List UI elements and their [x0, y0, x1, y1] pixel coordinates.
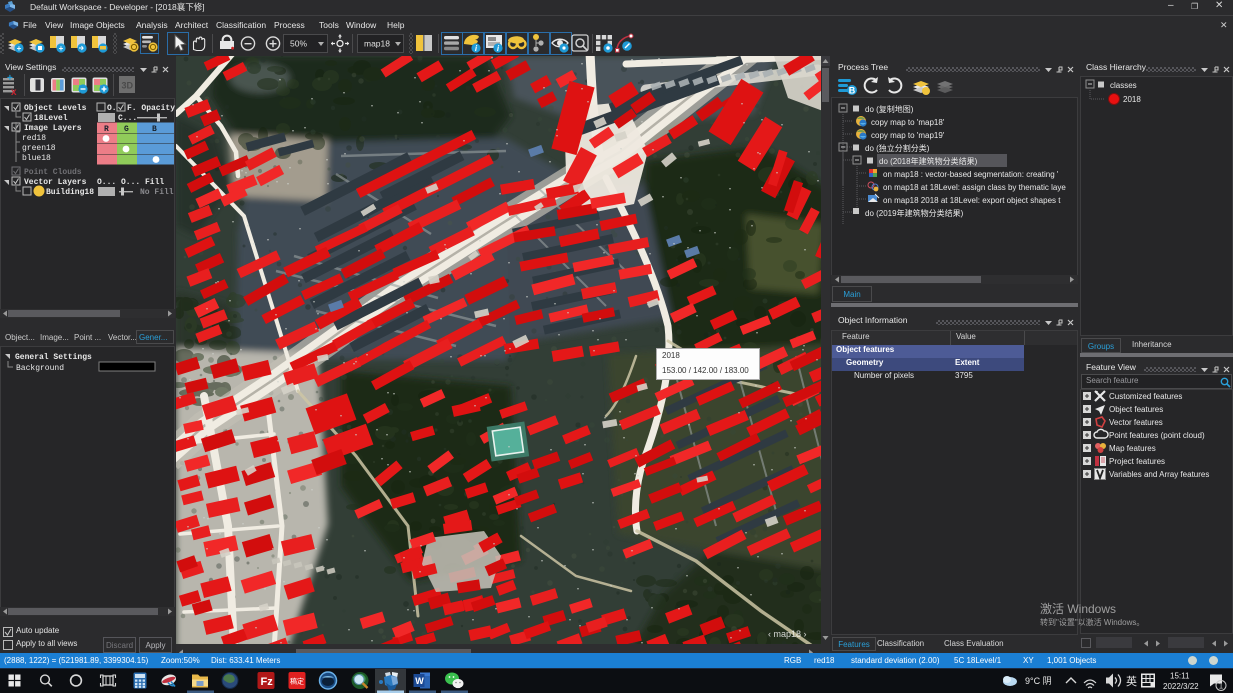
- svg-text:15:11: 15:11: [1170, 672, 1190, 681]
- svg-text:Variables and Array features: Variables and Array features: [1109, 470, 1209, 479]
- svg-text:+: +: [59, 44, 64, 53]
- svg-text:General Settings: General Settings: [15, 353, 92, 362]
- svg-text:Vector features: Vector features: [1109, 418, 1163, 427]
- svg-text:英: 英: [1126, 674, 1137, 688]
- svg-text:Customized features: Customized features: [1109, 392, 1182, 401]
- svg-text:B: B: [849, 86, 856, 96]
- svg-text:Object Levels: Object Levels: [24, 104, 87, 113]
- svg-text:1: 1: [1219, 682, 1224, 691]
- svg-text:Image Layers: Image Layers: [24, 124, 82, 133]
- svg-text:Object features: Object features: [1109, 405, 1163, 414]
- svg-text:green18: green18: [22, 144, 56, 153]
- svg-text:2018: 2018: [1123, 95, 1141, 104]
- svg-text:18Level: 18Level: [34, 114, 68, 123]
- svg-text:do (复制地图): do (复制地图): [865, 104, 914, 114]
- svg-text:copy map to 'map18': copy map to 'map18': [871, 118, 945, 127]
- svg-text:Map features: Map features: [1109, 444, 1156, 453]
- svg-text:+: +: [7, 73, 13, 84]
- svg-text:Background: Background: [16, 364, 64, 373]
- svg-text:on map18 2018 at 18Level: expo: on map18 2018 at 18Level: export object …: [883, 196, 1061, 205]
- svg-text:9°C 阴: 9°C 阴: [1025, 676, 1052, 686]
- svg-text:O... O...: O... O...: [97, 178, 140, 187]
- svg-text:Fill: Fill: [145, 178, 164, 187]
- svg-text:copy map to 'map19': copy map to 'map19': [871, 131, 945, 140]
- svg-text:G: G: [124, 125, 129, 134]
- svg-text:Vector Layers: Vector Layers: [24, 178, 87, 187]
- svg-text:on map18 : vector-based segmen: on map18 : vector-based segmentation: cr…: [883, 170, 1059, 179]
- svg-text:‹ map18 ›: ‹ map18 ›: [768, 629, 807, 639]
- svg-text:on map18 at 18Level: assign cl: on map18 at 18Level: assign class by the…: [883, 183, 1066, 192]
- svg-text:x: x: [11, 87, 17, 98]
- svg-text:W: W: [415, 676, 424, 686]
- svg-text:50%: 50%: [290, 39, 307, 49]
- svg-text:do (独立分割分类): do (独立分割分类): [865, 143, 930, 153]
- svg-text:B: B: [152, 125, 157, 134]
- svg-text:do (2018年建筑物分类结果): do (2018年建筑物分类结果): [879, 156, 978, 166]
- svg-text:3D: 3D: [122, 81, 134, 91]
- svg-text:No Fill: No Fill: [140, 188, 174, 197]
- svg-text:+: +: [17, 44, 22, 53]
- svg-text:map18: map18: [364, 39, 390, 49]
- svg-text:C...: C...: [118, 114, 137, 123]
- svg-text:red18: red18: [22, 134, 46, 143]
- svg-text:Building18: Building18: [46, 188, 94, 197]
- svg-text:稿定: 稿定: [290, 677, 304, 686]
- svg-text:Fz: Fz: [261, 676, 274, 688]
- svg-text:Point features (point cloud): Point features (point cloud): [1109, 431, 1205, 440]
- svg-text:Point Clouds: Point Clouds: [24, 168, 82, 177]
- svg-text:F. Opacity: F. Opacity: [127, 104, 175, 113]
- svg-text:O.: O.: [107, 104, 117, 113]
- svg-text:Project features: Project features: [1109, 457, 1165, 466]
- svg-text:do (2019年建筑物分类结果): do (2019年建筑物分类结果): [865, 208, 964, 218]
- svg-text:R: R: [104, 125, 109, 134]
- svg-text:classes: classes: [1110, 81, 1137, 90]
- svg-text:blue18: blue18: [22, 154, 51, 163]
- svg-text:2022/3/22: 2022/3/22: [1163, 682, 1199, 691]
